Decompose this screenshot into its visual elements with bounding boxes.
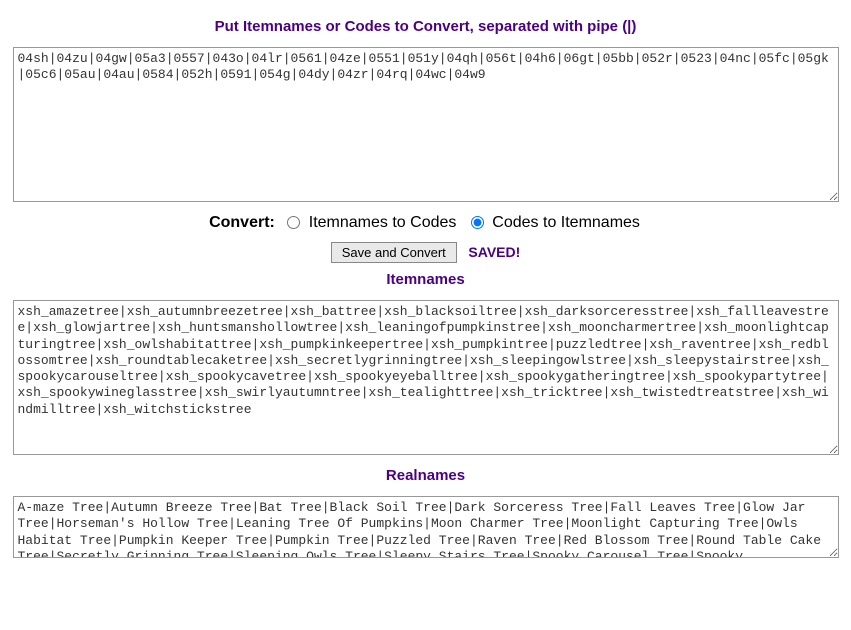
realnames-textarea[interactable] [13,496,839,558]
radio-itemnames-to-codes[interactable] [287,216,300,229]
heading-realnames: Realnames [12,467,839,484]
radio-codes-to-itemnames[interactable] [471,216,484,229]
saved-indicator: SAVED! [468,244,520,260]
convert-row: Convert: Itemnames to Codes Codes to Ite… [12,214,839,232]
save-convert-button[interactable]: Save and Convert [331,242,457,263]
radio-itemnames-to-codes-label[interactable]: Itemnames to Codes [281,214,461,231]
heading-itemnames: Itemnames [12,271,839,288]
radio-itemnames-to-codes-text: Itemnames to Codes [309,214,457,231]
itemnames-textarea[interactable] [13,300,839,455]
heading-input: Put Itemnames or Codes to Convert, separ… [12,18,839,35]
radio-codes-to-itemnames-text: Codes to Itemnames [492,214,640,231]
button-row: Save and Convert SAVED! [12,242,839,263]
convert-label: Convert: [209,214,275,231]
radio-codes-to-itemnames-label[interactable]: Codes to Itemnames [465,214,640,231]
input-codes-textarea[interactable] [13,47,839,202]
